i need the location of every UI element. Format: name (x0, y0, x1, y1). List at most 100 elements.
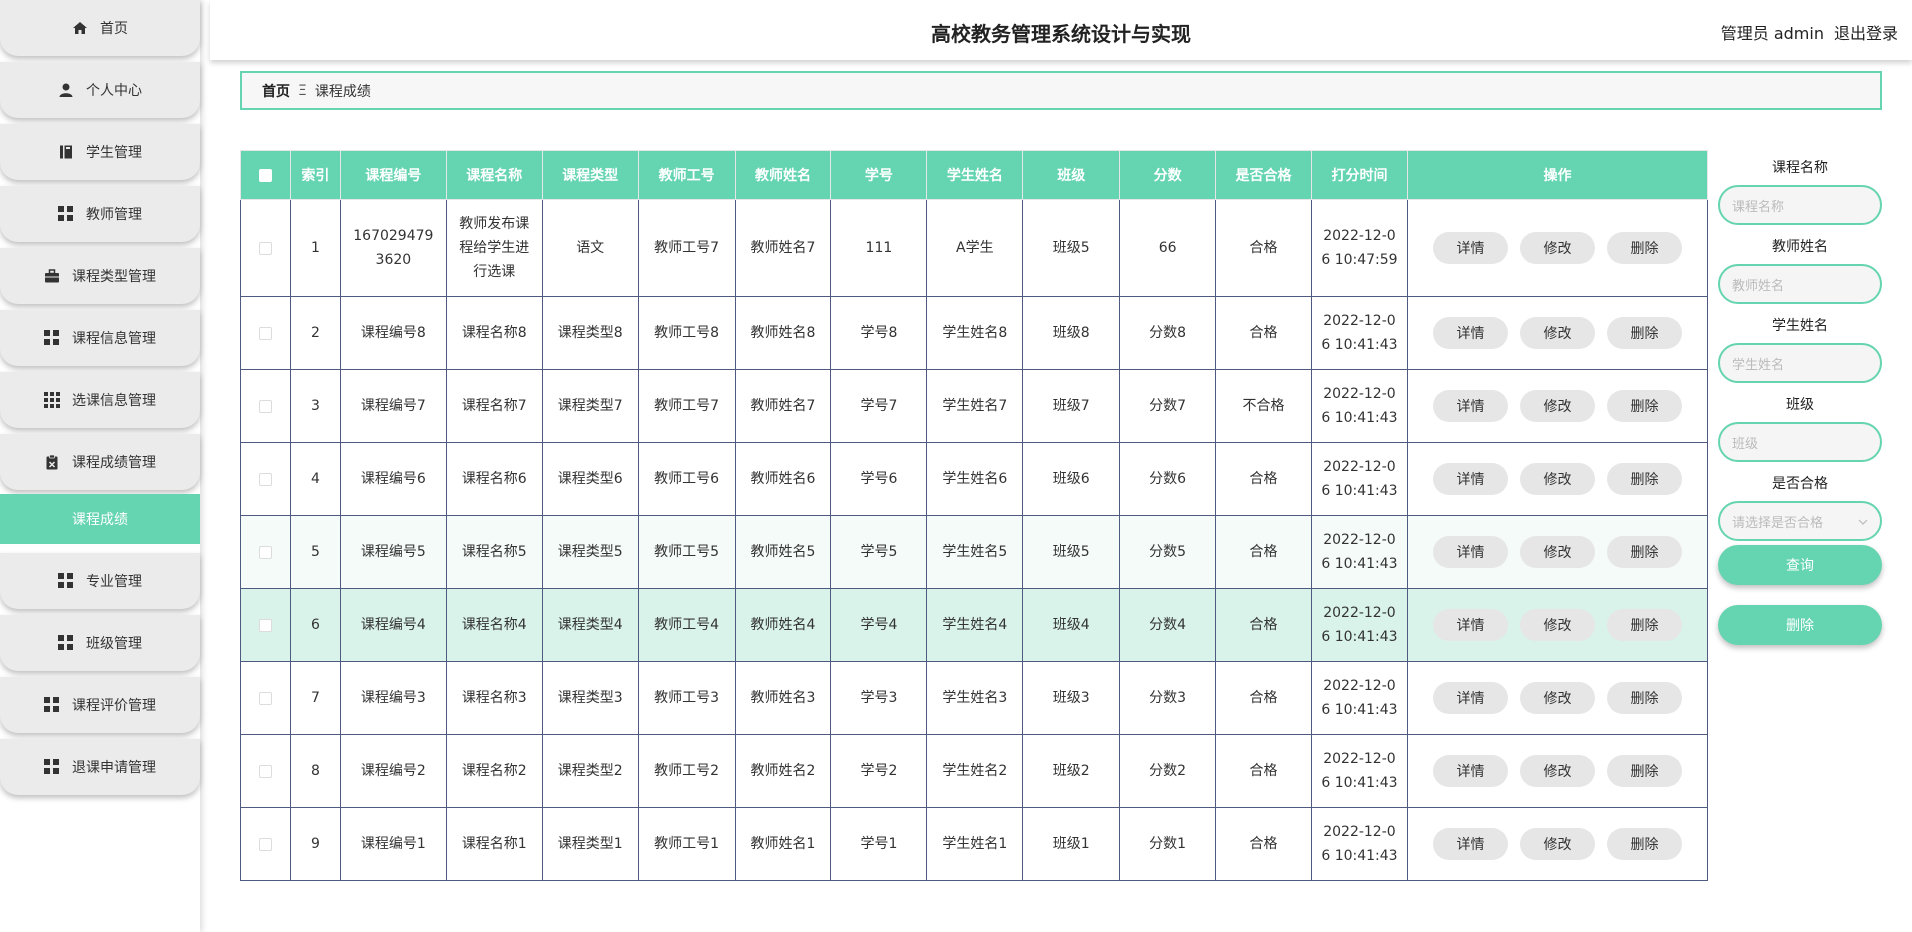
table-row[interactable]: 7 课程编号3 课程名称3 课程类型3 教师工号3 教师姓名3 学号3 学生姓名3 班级3 分数3… (240, 661, 1709, 735)
clipboard-icon (44, 454, 60, 470)
cell-course-name: 课程名称6 (445, 442, 543, 516)
breadcrumb-home[interactable]: 首页 (262, 81, 290, 101)
edit-button[interactable]: 修改 (1519, 317, 1595, 349)
detail-button[interactable]: 详情 (1432, 682, 1508, 714)
table-row[interactable]: 5 课程编号5 课程名称5 课程类型5 教师工号5 教师姓名5 学号5 学生姓名5 班级5 分数5… (240, 515, 1709, 589)
sidebar-subitem-course-grades[interactable]: 课程成绩 (0, 494, 200, 544)
sidebar-item-teachers[interactable]: 教师管理 (0, 186, 200, 242)
detail-button[interactable]: 详情 (1432, 536, 1508, 568)
detail-button[interactable]: 详情 (1432, 755, 1508, 787)
cell-student-name: 学生姓名1 (926, 807, 1024, 881)
sidebar-item-withdrawals[interactable]: 退课申请管理 (0, 739, 200, 795)
sidebar-item-course-info[interactable]: 课程信息管理 (0, 310, 200, 366)
cell-student-no: 学号6 (830, 442, 928, 516)
row-checkbox[interactable] (258, 472, 272, 486)
row-checkbox[interactable] (258, 241, 272, 255)
edit-button[interactable]: 修改 (1519, 232, 1595, 264)
delete-button[interactable]: 删除 (1606, 317, 1682, 349)
delete-button[interactable]: 删除 (1606, 536, 1682, 568)
row-checkbox[interactable] (258, 545, 272, 559)
delete-button[interactable]: 删除 (1606, 828, 1682, 860)
sidebar-item-label: 课程信息管理 (72, 331, 156, 347)
sidebar-item-label: 个人中心 (86, 83, 142, 99)
delete-button[interactable]: 删除 (1606, 609, 1682, 641)
row-checkbox[interactable] (258, 691, 272, 705)
edit-button[interactable]: 修改 (1519, 609, 1595, 641)
grid-icon (58, 206, 74, 222)
edit-button[interactable]: 修改 (1519, 682, 1595, 714)
breadcrumb: 首页 Ξ 课程成绩 (240, 71, 1882, 110)
table-row[interactable]: 6 课程编号4 课程名称4 课程类型4 教师工号4 教师姓名4 学号4 学生姓名4 班级4 分数4… (240, 588, 1709, 662)
detail-button[interactable]: 详情 (1432, 609, 1508, 641)
table-row[interactable]: 1 1670294793620 教师发布课程给学生进行选课 语文 教师工号7 教师姓名7 1… (240, 199, 1709, 297)
batch-delete-button[interactable]: 删除 (1718, 605, 1882, 645)
cell-class: 班级5 (1022, 515, 1121, 589)
cell-student-name: 学生姓名7 (926, 369, 1024, 443)
row-actions: 详情 修改 删除 (1406, 588, 1709, 662)
cell-course-no: 课程编号7 (339, 369, 447, 443)
row-select-cell (240, 369, 291, 443)
table-row[interactable]: 4 课程编号6 课程名称6 课程类型6 教师工号6 教师姓名6 学号6 学生姓名6 班级6 分数6… (240, 442, 1709, 516)
sidebar-item-grades[interactable]: 课程成绩管理 (0, 434, 200, 490)
grid-icon (44, 759, 60, 775)
cell-course-no: 课程编号1 (339, 807, 447, 881)
delete-button[interactable]: 删除 (1606, 390, 1682, 422)
edit-button[interactable]: 修改 (1519, 755, 1595, 787)
detail-button[interactable]: 详情 (1432, 317, 1508, 349)
column-header: 分数 (1119, 150, 1217, 200)
delete-button[interactable]: 删除 (1606, 755, 1682, 787)
delete-button[interactable]: 删除 (1606, 232, 1682, 264)
sidebar-item-majors[interactable]: 专业管理 (0, 553, 200, 609)
delete-button[interactable]: 删除 (1606, 463, 1682, 495)
logout-link[interactable]: 退出登录 (1834, 20, 1898, 44)
cell-time: 2022-12-06 10:47:59 (1311, 199, 1408, 297)
breadcrumb-current: 课程成绩 (314, 83, 371, 100)
sidebar-item-course-selection[interactable]: 选课信息管理 (0, 372, 200, 428)
class-input[interactable]: 班级 (1718, 422, 1882, 462)
sidebar-item-students[interactable]: 学生管理 (0, 124, 200, 180)
cell-course-name: 课程名称1 (445, 807, 543, 881)
detail-button[interactable]: 详情 (1432, 828, 1508, 860)
table-row[interactable]: 3 课程编号7 课程名称7 课程类型7 教师工号7 教师姓名7 学号7 学生姓名7 班级7 分数7… (240, 369, 1709, 443)
cell-pass: 合格 (1215, 442, 1312, 516)
edit-button[interactable]: 修改 (1519, 463, 1595, 495)
column-header: 索引 (289, 150, 341, 200)
user-icon (58, 82, 74, 98)
cell-time: 2022-12-06 10:41:43 (1311, 296, 1408, 370)
detail-button[interactable]: 详情 (1432, 463, 1508, 495)
cell-pass: 合格 (1215, 199, 1312, 297)
edit-button[interactable]: 修改 (1519, 390, 1595, 422)
table-row[interactable]: 8 课程编号2 课程名称2 课程类型2 教师工号2 教师姓名2 学号2 学生姓名2 班级2 分数2… (240, 734, 1709, 808)
row-select-cell (240, 442, 291, 516)
table-row[interactable]: 9 课程编号1 课程名称1 课程类型1 教师工号1 教师姓名1 学号1 学生姓名1 班级1 分数1… (240, 807, 1709, 881)
cell-student-no: 学号5 (830, 515, 928, 589)
pass-select[interactable]: 请选择是否合格 (1718, 501, 1882, 541)
row-checkbox[interactable] (258, 837, 272, 851)
edit-button[interactable]: 修改 (1519, 828, 1595, 860)
row-actions: 详情 修改 删除 (1406, 369, 1709, 443)
detail-button[interactable]: 详情 (1432, 232, 1508, 264)
row-checkbox[interactable] (258, 618, 272, 632)
sidebar-item-classes[interactable]: 班级管理 (0, 615, 200, 671)
detail-button[interactable]: 详情 (1432, 390, 1508, 422)
row-checkbox[interactable] (258, 399, 272, 413)
row-select-cell (240, 807, 291, 881)
cell-time: 2022-12-06 10:41:43 (1311, 588, 1408, 662)
cell-index: 1 (289, 199, 341, 297)
sidebar-item-course-reviews[interactable]: 课程评价管理 (0, 677, 200, 733)
sidebar-item-profile[interactable]: 个人中心 (0, 62, 200, 118)
teacher-name-input[interactable]: 教师姓名 (1718, 264, 1882, 304)
edit-button[interactable]: 修改 (1519, 536, 1595, 568)
row-checkbox[interactable] (258, 326, 272, 340)
cell-pass: 合格 (1215, 296, 1312, 370)
course-name-input[interactable]: 课程名称 (1718, 185, 1882, 225)
cell-pass: 合格 (1215, 588, 1312, 662)
table-row[interactable]: 2 课程编号8 课程名称8 课程类型8 教师工号8 教师姓名8 学号8 学生姓名8 班级8 分数8… (240, 296, 1709, 370)
delete-button[interactable]: 删除 (1606, 682, 1682, 714)
sidebar-item-course-types[interactable]: 课程类型管理 (0, 248, 200, 304)
student-name-input[interactable]: 学生姓名 (1718, 343, 1882, 383)
sidebar-item-home[interactable]: 首页 (0, 0, 200, 56)
query-button[interactable]: 查询 (1718, 545, 1882, 585)
row-checkbox[interactable] (258, 764, 272, 778)
select-all-checkbox[interactable] (258, 168, 272, 182)
